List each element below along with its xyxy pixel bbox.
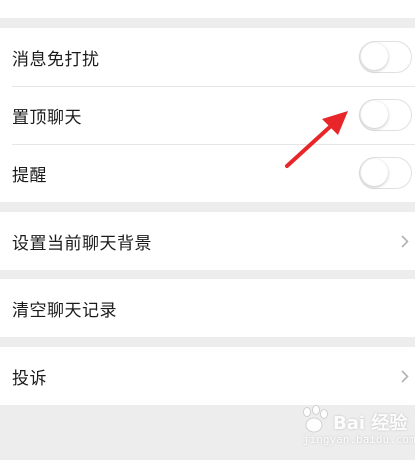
paw-logo-icon <box>303 405 328 433</box>
red-arrow-annotation <box>285 111 348 168</box>
watermark-brand: Bai 经验 <box>333 413 408 434</box>
baidu-jingyan-watermark: Bai 经验 jingyan.baidu.com <box>295 405 415 455</box>
watermark-url: jingyan.baidu.com <box>303 433 415 446</box>
